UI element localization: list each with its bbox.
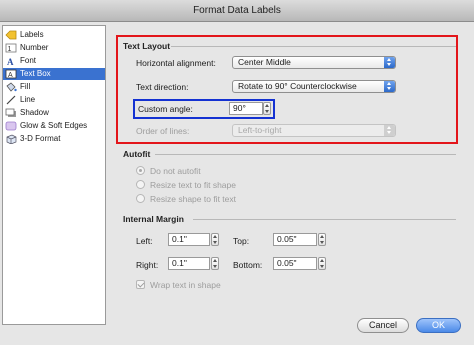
- left-margin-label: Left:: [136, 236, 153, 246]
- sidebar-item-label: Number: [20, 43, 49, 52]
- resize-shape-radio[interactable]: [136, 194, 145, 203]
- window-title: Format Data Labels: [0, 0, 474, 22]
- number-icon: 1: [5, 43, 17, 53]
- sidebar-item-text-box[interactable]: A Text Box: [3, 68, 105, 80]
- section-divider: [155, 154, 456, 155]
- top-margin-stepper[interactable]: [318, 233, 326, 246]
- shadow-icon: [5, 108, 17, 118]
- sidebar-item-line[interactable]: Line: [3, 94, 105, 106]
- line-pen-icon: [5, 95, 17, 105]
- sidebar-item-3d-format[interactable]: 3-D Format: [3, 133, 105, 145]
- sidebar-item-fill[interactable]: Fill: [3, 81, 105, 93]
- svg-text:A: A: [8, 72, 13, 79]
- right-margin-field[interactable]: 0.1": [168, 257, 210, 270]
- sidebar-item-label: Shadow: [20, 108, 49, 117]
- category-sidebar: Labels 1 Number A Font A Text Box Fill L…: [2, 25, 106, 325]
- svg-text:1: 1: [8, 46, 12, 53]
- section-divider: [193, 219, 456, 220]
- bottom-margin-label: Bottom:: [233, 260, 263, 270]
- sidebar-item-label: Font: [20, 56, 37, 65]
- label-tag-icon: [5, 30, 17, 40]
- left-margin-field[interactable]: 0.1": [168, 233, 210, 246]
- sidebar-item-label: Text Box: [20, 69, 51, 78]
- internal-margin-title: Internal Margin: [123, 214, 184, 224]
- left-margin-stepper[interactable]: [211, 233, 219, 246]
- text-box-panel: Text Layout Horizontal alignment: Center…: [111, 25, 471, 325]
- wrap-text-checkbox[interactable]: [136, 280, 145, 289]
- do-not-autofit-radio[interactable]: [136, 166, 145, 175]
- right-margin-label: Right:: [136, 260, 159, 270]
- wrap-text-label: Wrap text in shape: [150, 280, 221, 290]
- format-data-labels-dialog: Format Data Labels Labels 1 Number A Fon…: [0, 0, 474, 345]
- sidebar-item-label: Line: [20, 95, 36, 104]
- glow-icon: [5, 121, 17, 131]
- resize-text-radio[interactable]: [136, 180, 145, 189]
- autofit-title: Autofit: [123, 149, 151, 159]
- resize-shape-label: Resize shape to fit text: [150, 194, 236, 204]
- sidebar-item-label: Labels: [20, 30, 44, 39]
- blue-highlight-box: [133, 99, 275, 119]
- sidebar-item-glow-soft-edges[interactable]: Glow & Soft Edges: [3, 120, 105, 132]
- top-margin-label: Top:: [233, 236, 250, 246]
- do-not-autofit-label: Do not autofit: [150, 166, 201, 176]
- bottom-margin-field[interactable]: 0.05": [273, 257, 317, 270]
- red-highlight-box: [116, 35, 458, 144]
- fill-bucket-icon: [5, 82, 17, 92]
- resize-text-label: Resize text to fit shape: [150, 180, 236, 190]
- sidebar-item-label: Fill: [20, 82, 31, 91]
- bottom-margin-stepper[interactable]: [318, 257, 326, 270]
- sidebar-item-number[interactable]: 1 Number: [3, 42, 105, 54]
- sidebar-item-font[interactable]: A Font: [3, 55, 105, 67]
- sidebar-item-label: 3-D Format: [20, 134, 61, 143]
- sidebar-item-shadow[interactable]: Shadow: [3, 107, 105, 119]
- right-margin-stepper[interactable]: [211, 257, 219, 270]
- top-margin-field[interactable]: 0.05": [273, 233, 317, 246]
- sidebar-item-label: Glow & Soft Edges: [20, 121, 88, 130]
- three-d-icon: [5, 134, 17, 145]
- cancel-button[interactable]: Cancel: [357, 318, 409, 333]
- svg-text:A: A: [7, 57, 14, 66]
- ok-button[interactable]: OK: [416, 318, 461, 333]
- font-icon: A: [5, 56, 17, 67]
- text-box-icon: A: [5, 69, 17, 79]
- sidebar-item-labels[interactable]: Labels: [3, 29, 105, 41]
